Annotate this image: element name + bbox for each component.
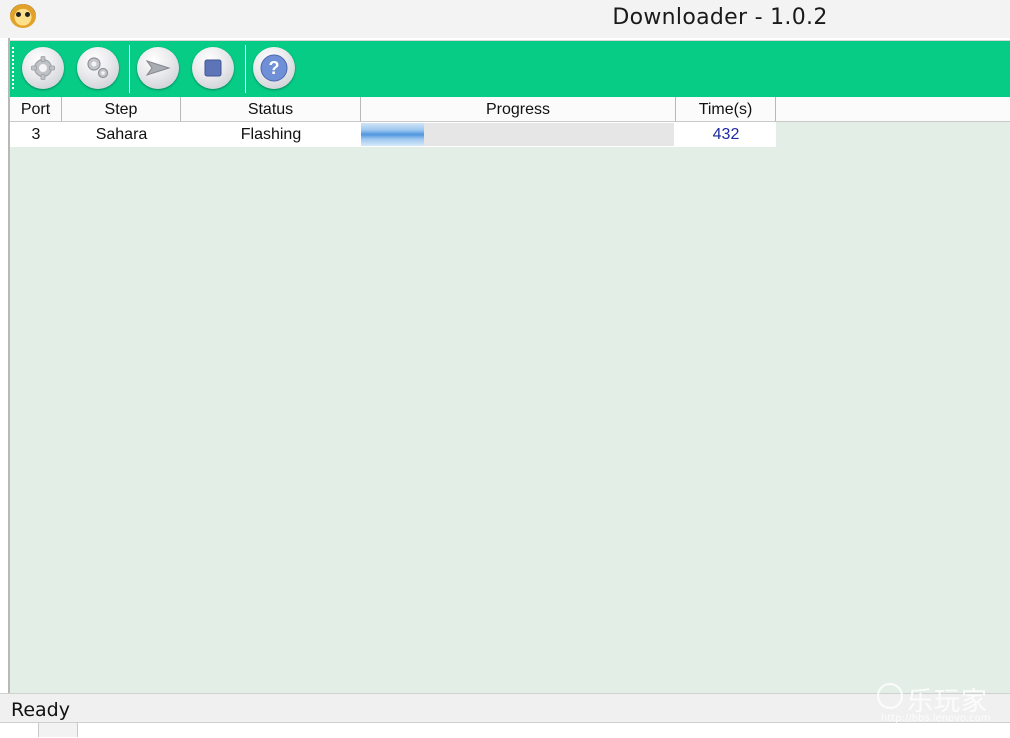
watermark-sub-text: http://bbs.lenovo.com	[881, 713, 991, 724]
stop-icon	[204, 59, 222, 77]
play-arrow-icon	[145, 60, 171, 76]
table-row[interactable]: 3 Sahara Flashing 432	[10, 122, 776, 147]
title-bar: Downloader - 1.0.2	[0, 0, 1010, 38]
watermark: 乐玩家 http://bbs.lenovo.com	[877, 683, 997, 727]
status-bar: Ready	[0, 693, 1010, 723]
toolbar: ?	[10, 40, 1010, 98]
column-header-time[interactable]: Time(s)	[676, 97, 776, 121]
bottom-strip	[0, 722, 1010, 738]
status-cell: Flashing	[240, 126, 302, 143]
settings-button[interactable]	[22, 47, 64, 89]
gear-icon	[31, 56, 55, 80]
bottom-tab[interactable]	[38, 723, 78, 737]
toolbar-separator	[245, 45, 246, 93]
help-icon: ?	[260, 54, 288, 82]
device-list[interactable]: Port Step Status Progress Time(s) 3 Saha…	[10, 97, 1010, 693]
toolbar-separator	[129, 45, 130, 93]
svg-text:?: ?	[269, 58, 280, 78]
window-title: Downloader - 1.0.2	[612, 5, 828, 30]
status-text: Ready	[11, 699, 70, 721]
gears-icon	[87, 57, 109, 79]
advanced-settings-button[interactable]	[77, 47, 119, 89]
column-header-status[interactable]: Status	[181, 97, 361, 121]
list-header: Port Step Status Progress Time(s)	[10, 97, 1010, 122]
toolbar-grip[interactable]	[12, 47, 14, 91]
time-cell: 432	[712, 126, 740, 143]
watermark-logo-icon	[877, 683, 903, 709]
stop-button[interactable]	[192, 47, 234, 89]
column-header-step[interactable]: Step	[62, 97, 181, 121]
help-button[interactable]: ?	[253, 47, 295, 89]
column-header-progress[interactable]: Progress	[361, 97, 676, 121]
progress-bar-fill	[361, 123, 424, 146]
column-header-port[interactable]: Port	[10, 97, 62, 121]
progress-bar	[361, 123, 674, 146]
step-cell: Sahara	[95, 126, 148, 143]
start-button[interactable]	[137, 47, 179, 89]
port-cell: 3	[31, 126, 41, 143]
